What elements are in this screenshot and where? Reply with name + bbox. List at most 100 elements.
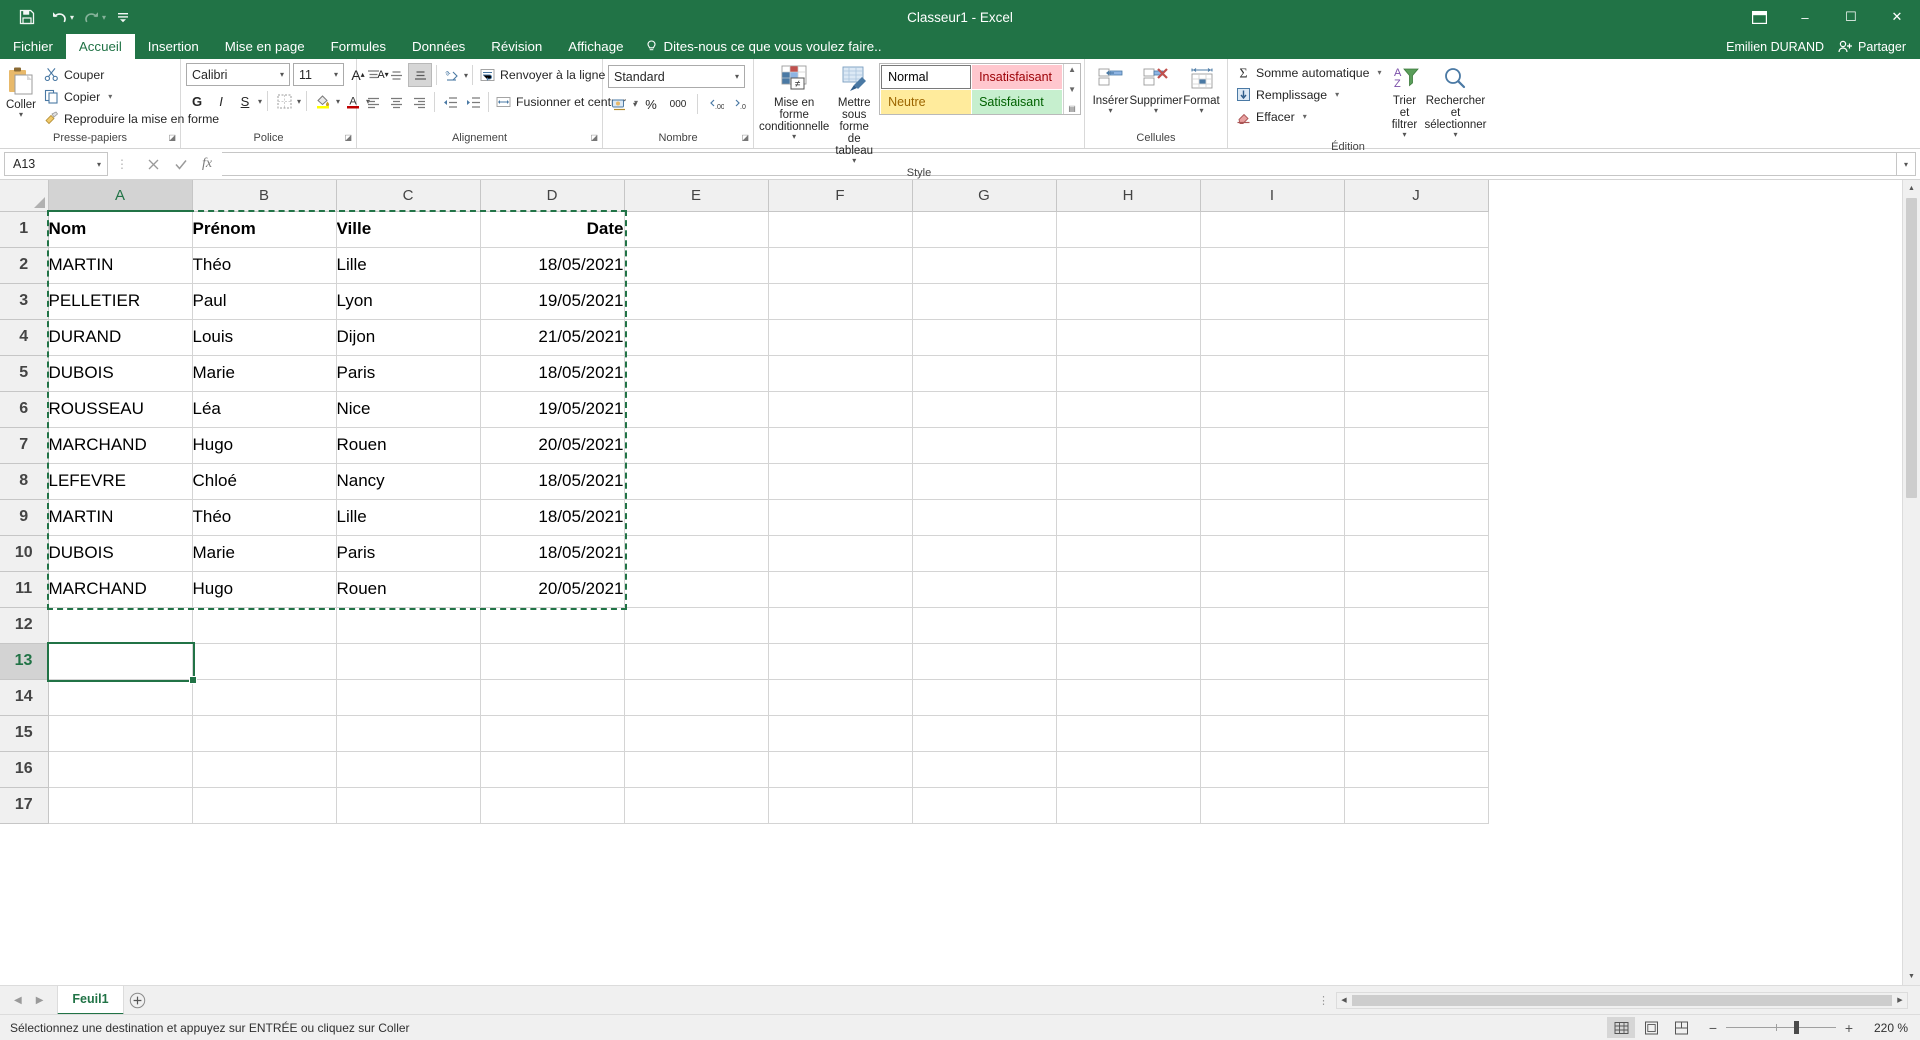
cell-A4[interactable]: DURAND: [48, 319, 192, 355]
cell-D9[interactable]: 18/05/2021: [480, 499, 624, 535]
cell-G14[interactable]: [912, 679, 1056, 715]
cell-H13[interactable]: [1056, 643, 1200, 679]
cell-J13[interactable]: [1344, 643, 1488, 679]
cell-F4[interactable]: [768, 319, 912, 355]
sheet-tab-feuil1[interactable]: Feuil1: [57, 986, 123, 1015]
cell-J9[interactable]: [1344, 499, 1488, 535]
cell-F10[interactable]: [768, 535, 912, 571]
cell-F13[interactable]: [768, 643, 912, 679]
cell-H12[interactable]: [1056, 607, 1200, 643]
cell-H14[interactable]: [1056, 679, 1200, 715]
cell-B16[interactable]: [192, 751, 336, 787]
cell-J17[interactable]: [1344, 787, 1488, 823]
zoom-level-label[interactable]: 220 %: [1862, 1021, 1908, 1035]
cell-I6[interactable]: [1200, 391, 1344, 427]
cell-J3[interactable]: [1344, 283, 1488, 319]
cell-B7[interactable]: Hugo: [192, 427, 336, 463]
cell-F5[interactable]: [768, 355, 912, 391]
fill-caret[interactable]: ▾: [1335, 90, 1339, 99]
cell-J14[interactable]: [1344, 679, 1488, 715]
cell-G4[interactable]: [912, 319, 1056, 355]
fill-color-dropdown-caret[interactable]: ▾: [336, 97, 340, 106]
borders-icon[interactable]: [273, 90, 295, 112]
customize-qat-icon[interactable]: [108, 4, 138, 30]
cell-F1[interactable]: [768, 211, 912, 247]
enter-icon[interactable]: [174, 158, 188, 171]
clear-caret[interactable]: ▾: [1303, 112, 1307, 121]
format-as-table-button[interactable]: Mettre sous forme de tableau ▾: [835, 63, 873, 165]
number-format-combo[interactable]: Standard▾: [608, 65, 745, 88]
italic-button[interactable]: I: [210, 90, 232, 112]
cell-I5[interactable]: [1200, 355, 1344, 391]
cell-H3[interactable]: [1056, 283, 1200, 319]
cell-A8[interactable]: LEFEVRE: [48, 463, 192, 499]
cell-I8[interactable]: [1200, 463, 1344, 499]
cell-J12[interactable]: [1344, 607, 1488, 643]
cell-F17[interactable]: [768, 787, 912, 823]
cell-E1[interactable]: [624, 211, 768, 247]
row-header-10[interactable]: 10: [0, 535, 48, 571]
cell-G17[interactable]: [912, 787, 1056, 823]
next-sheet-icon[interactable]: ▶: [36, 995, 44, 1006]
cell-G12[interactable]: [912, 607, 1056, 643]
underline-dropdown-caret[interactable]: ▾: [258, 97, 262, 106]
cell-I9[interactable]: [1200, 499, 1344, 535]
cell-D13[interactable]: [480, 643, 624, 679]
cell-A16[interactable]: [48, 751, 192, 787]
cell-H11[interactable]: [1056, 571, 1200, 607]
scroll-right-arrow-icon[interactable]: ▶: [1893, 996, 1907, 1004]
prev-sheet-icon[interactable]: ◀: [14, 995, 22, 1006]
row-header-2[interactable]: 2: [0, 247, 48, 283]
cell-D11[interactable]: 20/05/2021: [480, 571, 624, 607]
cell-G8[interactable]: [912, 463, 1056, 499]
cell-E4[interactable]: [624, 319, 768, 355]
cell-F9[interactable]: [768, 499, 912, 535]
cell-C3[interactable]: Lyon: [336, 283, 480, 319]
font-dialog-launcher[interactable]: ◪: [344, 130, 352, 146]
cell-I13[interactable]: [1200, 643, 1344, 679]
cell-E10[interactable]: [624, 535, 768, 571]
paste-button[interactable]: Coller ▾: [5, 63, 37, 119]
insert-cells-button[interactable]: Insérer ▾: [1090, 65, 1131, 115]
cell-I14[interactable]: [1200, 679, 1344, 715]
cell-A7[interactable]: MARCHAND: [48, 427, 192, 463]
cell-F2[interactable]: [768, 247, 912, 283]
cell-C4[interactable]: Dijon: [336, 319, 480, 355]
tab-mise-en-page[interactable]: Mise en page: [212, 34, 318, 59]
cell-J10[interactable]: [1344, 535, 1488, 571]
minimize-button[interactable]: –: [1782, 0, 1828, 34]
autosum-caret[interactable]: ▾: [1377, 68, 1381, 77]
tab-accueil[interactable]: Accueil: [66, 34, 135, 59]
cell-E15[interactable]: [624, 715, 768, 751]
row-header-6[interactable]: 6: [0, 391, 48, 427]
accounting-format-icon[interactable]: [608, 93, 630, 115]
cancel-icon[interactable]: [147, 158, 160, 171]
font-name-combo[interactable]: Calibri▾: [186, 63, 290, 86]
cell-C9[interactable]: Lille: [336, 499, 480, 535]
tab-revision[interactable]: Révision: [478, 34, 555, 59]
cell-C1[interactable]: Ville: [336, 211, 480, 247]
cell-I3[interactable]: [1200, 283, 1344, 319]
insert-function-icon[interactable]: fx: [202, 156, 212, 172]
normal-view-button[interactable]: [1607, 1017, 1635, 1038]
cell-J15[interactable]: [1344, 715, 1488, 751]
cell-B9[interactable]: Théo: [192, 499, 336, 535]
cell-C17[interactable]: [336, 787, 480, 823]
row-header-17[interactable]: 17: [0, 787, 48, 823]
horizontal-scrollbar[interactable]: ◀ ▶: [1336, 992, 1908, 1009]
column-header-c[interactable]: C: [336, 180, 480, 211]
redo-group[interactable]: ▾: [76, 4, 106, 30]
alignment-dialog-launcher[interactable]: ◪: [590, 130, 598, 146]
conditional-formatting-caret[interactable]: ▾: [792, 132, 796, 141]
cell-C10[interactable]: Paris: [336, 535, 480, 571]
scroll-down-arrow-icon[interactable]: ▼: [1903, 968, 1920, 985]
user-name[interactable]: Emilien DURAND: [1726, 40, 1824, 54]
cell-J1[interactable]: [1344, 211, 1488, 247]
align-center-icon[interactable]: [385, 91, 407, 113]
row-header-1[interactable]: 1: [0, 211, 48, 247]
increase-indent-icon[interactable]: [462, 91, 484, 113]
cell-H1[interactable]: [1056, 211, 1200, 247]
style-satisfaisant[interactable]: Satisfaisant: [972, 90, 1062, 114]
row-header-5[interactable]: 5: [0, 355, 48, 391]
delete-cells-button[interactable]: Supprimer ▾: [1133, 65, 1179, 115]
